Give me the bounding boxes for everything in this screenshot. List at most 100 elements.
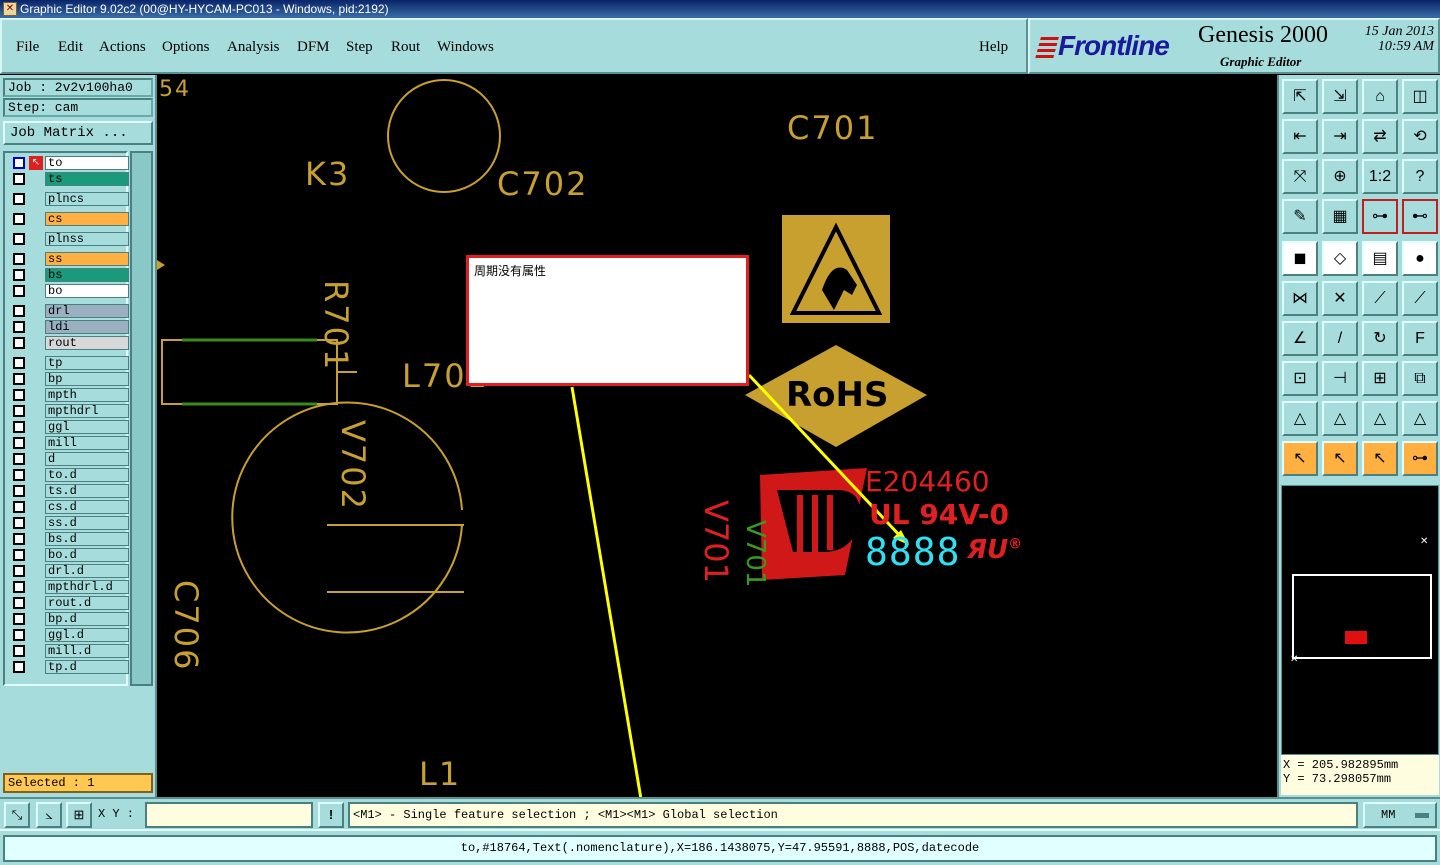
next-tool-button[interactable]: ⇥ [1322,119,1358,154]
zoom-fit-button[interactable]: ⤡ [4,802,30,828]
text-tool-button[interactable]: F [1402,321,1438,356]
menu-analysis[interactable]: Analysis [227,39,280,56]
layer-checkbox[interactable] [13,517,25,529]
menu-rout[interactable]: Rout [391,39,420,56]
layer-row-tp[interactable]: tp [9,356,129,370]
tri1-tool-button[interactable]: △ [1282,401,1318,436]
layer-row-mpthdrl[interactable]: mpthdrl [9,404,129,418]
tools-tool-button[interactable]: ✎ [1282,199,1318,234]
layer-name[interactable]: tp.d [45,660,129,674]
layer-checkbox[interactable] [13,661,25,673]
layer-row-to-d[interactable]: to.d [9,468,129,482]
home-tool-button[interactable]: ⌂ [1362,79,1398,114]
layer-checkbox[interactable] [13,469,25,481]
layer-row-ss[interactable]: ss [9,252,129,266]
graphic-canvas[interactable]: V701 54 C701 C702 K3 R701 L701 V702 C706… [157,75,1277,797]
group-tool-button[interactable]: ⧉ [1402,361,1438,396]
layer-name[interactable]: ggl.d [45,628,129,642]
overview-viewport[interactable] [1345,631,1367,644]
line-tool-button[interactable]: ⟋ [1362,281,1398,316]
pointer-tool-button[interactable]: ↖ [1282,441,1318,476]
layer-name[interactable]: bo [45,284,129,298]
layer-checkbox[interactable] [13,533,25,545]
menu-edit[interactable]: Edit [58,39,83,56]
alert-button[interactable]: ! [318,802,344,828]
layer-name[interactable]: rout [45,336,129,350]
layer-row-plncs[interactable]: plncs [9,192,129,206]
layer-checkbox[interactable] [13,305,25,317]
layer-checkbox[interactable] [13,421,25,433]
layer-checkbox[interactable] [13,285,25,297]
layer-name[interactable]: ldi [45,320,129,334]
layer-name[interactable]: bp.d [45,612,129,626]
tri4-tool-button[interactable]: △ [1402,401,1438,436]
slash-tool-button[interactable]: / [1322,321,1358,356]
grid-tool-button[interactable]: ▦ [1322,199,1358,234]
cross-tool-button[interactable]: ✕ [1322,281,1358,316]
layer-row-ggl-d[interactable]: ggl.d [9,628,129,642]
layer-name[interactable]: cs.d [45,500,129,514]
layer-name[interactable]: drl.d [45,564,129,578]
layer-row-cs[interactable]: cs [9,212,129,226]
layer-name[interactable]: mpth [45,388,129,402]
layer-checkbox[interactable] [13,565,25,577]
layer-row-ldi[interactable]: ldi [9,320,129,334]
layers-tool-button[interactable]: ⊶ [1362,199,1398,234]
swap-tool-button[interactable]: ⇄ [1362,119,1398,154]
menu-step[interactable]: Step [346,39,373,56]
layer-name[interactable]: plnss [45,232,129,246]
save-tool-button[interactable]: ⇲ [1322,79,1358,114]
open-tool-button[interactable]: ⇱ [1282,79,1318,114]
net-tool-button[interactable]: ⊶ [1402,441,1438,476]
shape-tool-button[interactable]: ◇ [1322,241,1358,276]
tri2-tool-button[interactable]: △ [1322,401,1358,436]
layer-name[interactable]: bo.d [45,548,129,562]
layer-name[interactable]: tp [45,356,129,370]
layer-row-drl[interactable]: drl [9,304,129,318]
layer-name[interactable]: plncs [45,192,129,206]
scale-tool-button[interactable]: 1:2 [1362,159,1398,194]
layer-name[interactable]: bs [45,268,129,282]
layer-checkbox[interactable] [13,645,25,657]
layer-row-rout-d[interactable]: rout.d [9,596,129,610]
layer-list-scrollbar[interactable] [130,151,153,686]
layer-checkbox[interactable] [13,337,25,349]
layer-checkbox[interactable] [13,321,25,333]
layer-checkbox[interactable] [13,405,25,417]
layer-row-bo-d[interactable]: bo.d [9,548,129,562]
overview-frame[interactable] [1292,574,1432,659]
menu-windows[interactable]: Windows [437,39,494,56]
layer-name[interactable]: ss.d [45,516,129,530]
layer-name[interactable]: mill.d [45,644,129,658]
connect-tool-button[interactable]: ⋈ [1282,281,1318,316]
layer-name[interactable]: mpthdrl.d [45,580,129,594]
layer-name[interactable]: to [45,156,129,170]
menu-file[interactable]: File [16,39,39,56]
measure-button[interactable]: ⦣ [36,802,62,828]
layer-name[interactable]: drl [45,304,129,318]
layer-row-mpth[interactable]: mpth [9,388,129,402]
layer-checkbox[interactable] [13,581,25,593]
fit-tool-button[interactable]: ⤧ [1282,159,1318,194]
layer-checkbox[interactable] [13,389,25,401]
layer-row-ggl[interactable]: ggl [9,420,129,434]
layer-row-bp-d[interactable]: bp.d [9,612,129,626]
layer-row-to[interactable]: ↖ to [9,156,129,170]
ruler-tool-button[interactable]: ▤ [1362,241,1398,276]
units-dropdown[interactable]: MM [1363,802,1437,828]
layer-name[interactable]: to.d [45,468,129,482]
layer-checkbox[interactable] [13,193,25,205]
layer-checkbox[interactable] [13,597,25,609]
layer-row-rout[interactable]: rout [9,336,129,350]
rotate-tool-button[interactable]: ↻ [1362,321,1398,356]
layer-checkbox[interactable] [13,501,25,513]
layer-row-bs-d[interactable]: bs.d [9,532,129,546]
split-tool-button[interactable]: ⊣ [1322,361,1358,396]
layer-row-mpthdrl-d[interactable]: mpthdrl.d [9,580,129,594]
xy-input[interactable] [145,802,313,828]
layer-checkbox[interactable] [13,253,25,265]
layer-checkbox[interactable] [13,613,25,625]
layer-row-d[interactable]: d [9,452,129,466]
layer-checkbox[interactable] [13,437,25,449]
window-tool-button[interactable]: ◫ [1402,79,1438,114]
